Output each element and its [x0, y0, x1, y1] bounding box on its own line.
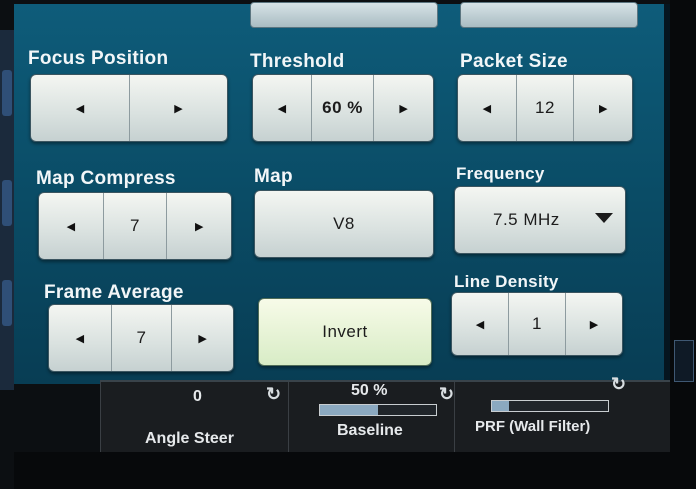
map-compress-stepper[interactable]: ◀ 7 ▶	[38, 192, 232, 260]
map-compress-label: Map Compress	[36, 168, 176, 189]
reset-icon[interactable]: ↻	[266, 384, 281, 405]
map-compress-increment[interactable]: ▶	[166, 193, 231, 259]
frame-average-value-cell: 7	[110, 305, 172, 371]
right-arrow-icon: ▶	[399, 102, 408, 115]
baseline-bar-fill	[320, 405, 378, 415]
threshold-increment[interactable]: ▶	[373, 75, 433, 141]
prf-bar-fill	[492, 401, 510, 411]
map-compress-value: 7	[130, 216, 140, 235]
frame-average-increment[interactable]: ▶	[171, 305, 233, 371]
left-arrow-icon: ◀	[475, 318, 485, 331]
baseline-bar	[319, 404, 437, 416]
bottom-bezel	[14, 452, 670, 489]
prf-label: PRF (Wall Filter)	[475, 418, 591, 435]
line-density-increment[interactable]: ▶	[565, 293, 622, 355]
left-edge-tab	[2, 280, 12, 326]
line-density-value: 1	[532, 314, 542, 333]
left-arrow-icon: ◀	[66, 220, 76, 233]
frequency-dropdown[interactable]: 7.5 MHz	[454, 186, 626, 254]
right-edge-strip	[674, 340, 694, 382]
frame-average-value: 7	[136, 328, 147, 347]
settings-panel: Focus Position ◀ ▶ Threshold ◀ 60 % ▶ Pa…	[14, 2, 670, 384]
threshold-stepper[interactable]: ◀ 60 % ▶	[252, 74, 434, 142]
packet-size-decrement[interactable]: ◀	[458, 75, 516, 141]
baseline-cell[interactable]: 50 % ↻ Baseline	[288, 382, 455, 454]
reset-icon[interactable]: ↻	[439, 384, 454, 405]
angle-steer-value: 0	[193, 388, 202, 405]
focus-position-stepper[interactable]: ◀ ▶	[30, 74, 228, 142]
threshold-decrement[interactable]: ◀	[253, 75, 311, 141]
top-button-partial[interactable]	[460, 2, 638, 28]
frame-average-stepper[interactable]: ◀ 7 ▶	[48, 304, 234, 372]
threshold-value-cell: 60 %	[310, 75, 374, 141]
invert-button[interactable]: Invert	[258, 298, 432, 366]
left-edge	[0, 30, 14, 390]
frequency-label: Frequency	[456, 164, 545, 183]
frequency-value: 7.5 MHz	[493, 210, 560, 229]
prf-bar	[491, 400, 609, 412]
packet-size-increment[interactable]: ▶	[573, 75, 632, 141]
dropdown-arrow-icon	[595, 213, 613, 223]
map-label: Map	[254, 166, 293, 187]
map-compress-value-cell: 7	[102, 193, 167, 259]
packet-size-label: Packet Size	[460, 51, 568, 72]
left-edge-tab	[2, 70, 12, 116]
right-arrow-icon: ▶	[589, 318, 599, 331]
packet-size-value: 12	[535, 98, 555, 117]
right-arrow-icon: ▶	[198, 332, 207, 345]
baseline-label: Baseline	[337, 422, 403, 439]
right-arrow-icon: ▶	[174, 102, 183, 115]
packet-size-stepper[interactable]: ◀ 12 ▶	[457, 74, 633, 142]
map-value: V8	[333, 214, 355, 233]
left-edge-tab	[2, 180, 12, 226]
focus-position-increment[interactable]: ▶	[129, 75, 227, 141]
angle-steer-cell[interactable]: 0 ↻ Angle Steer	[100, 382, 289, 454]
frame-average-label: Frame Average	[44, 282, 184, 303]
left-arrow-icon: ◀	[75, 332, 85, 345]
line-density-decrement[interactable]: ◀	[452, 293, 508, 355]
left-arrow-icon: ◀	[277, 102, 287, 115]
top-button-partial[interactable]	[250, 2, 438, 28]
map-button[interactable]: V8	[254, 190, 434, 258]
prf-cell[interactable]: ↻ PRF (Wall Filter)	[454, 374, 631, 454]
line-density-label: Line Density	[454, 272, 559, 291]
map-compress-decrement[interactable]: ◀	[39, 193, 103, 259]
focus-position-label: Focus Position	[28, 48, 169, 69]
threshold-value: 60 %	[322, 98, 363, 117]
right-arrow-icon: ▶	[598, 102, 608, 115]
packet-size-value-cell: 12	[515, 75, 574, 141]
threshold-label: Threshold	[250, 51, 345, 72]
frame-average-decrement[interactable]: ◀	[49, 305, 111, 371]
angle-steer-label: Angle Steer	[145, 430, 234, 447]
left-arrow-icon: ◀	[75, 102, 85, 115]
right-arrow-icon: ▶	[194, 220, 204, 233]
knob-readout-bar: 0 ↻ Angle Steer 50 % ↻ Baseline ↻ PRF (W…	[100, 374, 670, 454]
left-arrow-icon: ◀	[482, 102, 492, 115]
baseline-value: 50 %	[351, 382, 388, 399]
reset-icon[interactable]: ↻	[611, 374, 626, 395]
line-density-value-cell: 1	[508, 293, 565, 355]
invert-label: Invert	[322, 322, 368, 341]
focus-position-decrement[interactable]: ◀	[31, 75, 129, 141]
right-edge	[670, 0, 696, 489]
line-density-stepper[interactable]: ◀ 1 ▶	[451, 292, 623, 356]
